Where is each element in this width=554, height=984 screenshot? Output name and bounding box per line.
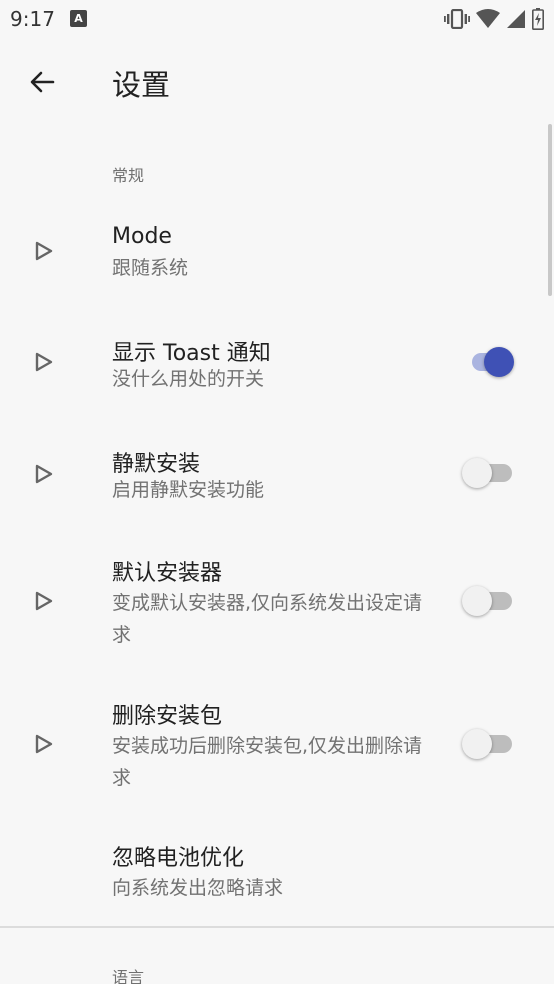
vibrate-icon [444,9,470,29]
default-installer-switch[interactable] [462,584,514,618]
delete-package-switch[interactable] [462,727,514,761]
arrow-back-icon [30,71,55,93]
back-button[interactable] [18,58,66,106]
scroll-indicator[interactable] [548,124,552,296]
pref-ignore-battery-optimization[interactable]: 忽略电池优化 向系统发出忽略请求 [0,824,546,920]
signal-icon [506,9,526,29]
status-bar: 9:17 A [0,0,554,38]
section-divider [0,926,554,928]
pref-summary: 变成默认安装器,仅向系统发出设定请求 [112,592,423,646]
page-title: 设置 [112,68,171,102]
system-icons [444,8,544,30]
pref-summary: 跟随系统 [112,257,189,279]
silent-install-switch[interactable] [462,456,514,490]
section-header-general: 常规 [112,166,145,185]
notification-icon: A [70,10,87,27]
pref-summary: 没什么用处的开关 [112,368,265,390]
settings-screen: 9:17 A 设置 常规 Mode 跟随系统 显示 Toast 通知 没什么用处… [0,0,554,984]
switch-thumb [484,347,514,377]
play-arrow-icon [35,352,53,372]
pref-mode[interactable]: Mode 跟随系统 [0,200,546,300]
play-arrow-icon [35,241,53,261]
switch-thumb [462,458,492,488]
pref-silent-install[interactable]: 静默安装 启用静默安装功能 [0,424,546,524]
switch-thumb [462,586,492,616]
pref-title: 默认安装器 [112,561,223,586]
section-header-language: 语言 [112,968,145,984]
pref-summary: 向系统发出忽略请求 [112,877,284,899]
play-arrow-icon [35,464,53,484]
pref-summary: 启用静默安装功能 [112,479,265,501]
app-bar: 设置 [0,38,554,124]
pref-show-toast[interactable]: 显示 Toast 通知 没什么用处的开关 [0,312,546,412]
switch-thumb [462,729,492,759]
pref-default-installer[interactable]: 默认安装器 变成默认安装器,仅向系统发出设定请求 [0,540,546,660]
pref-title: Mode [112,224,172,249]
status-time: 9:17 [10,7,55,31]
pref-delete-package[interactable]: 删除安装包 安装成功后删除安装包,仅发出删除请求 [0,684,546,804]
pref-title: 忽略电池优化 [112,846,245,871]
pref-summary: 安装成功后删除安装包,仅发出删除请求 [112,735,423,789]
play-arrow-icon [35,734,53,754]
pref-title: 删除安装包 [112,704,223,729]
play-arrow-icon [35,591,53,611]
battery-icon [532,8,544,30]
wifi-icon [476,9,500,29]
toast-switch[interactable] [462,345,514,379]
